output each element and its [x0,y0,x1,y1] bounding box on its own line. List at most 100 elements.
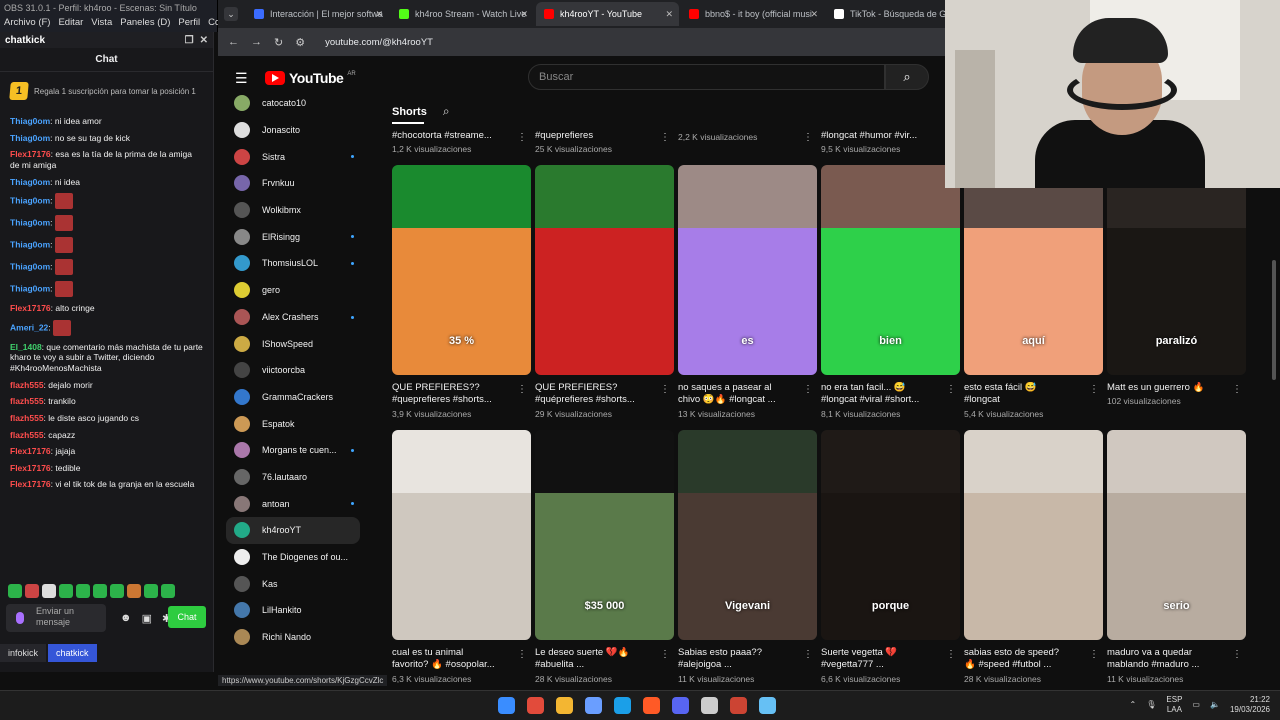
taskbar-app-icon[interactable] [701,697,718,714]
close-tab-icon[interactable]: ✕ [810,2,818,26]
gift-icon[interactable]: ▣ [142,612,152,625]
chat-username[interactable]: flazh555 [10,430,44,440]
short-title-line2[interactable]: #vegetta777 ... [821,659,960,671]
short-title-line2[interactable]: #abuelita ... [535,659,674,671]
close-icon[interactable]: ✕ [200,35,208,46]
browser-tab[interactable]: Interacción | El mejor softwa ✕ [246,2,389,26]
short-card[interactable]: 2,2 K visualizaciones ⋮ [678,130,817,154]
emoji-icon[interactable]: ☻ [120,612,132,625]
short-card[interactable]: cual es tu animal favorito? 🔥 #osopolar..… [392,430,531,684]
chat-username[interactable]: Thiag0om [10,261,50,271]
language-indicator[interactable]: ESP LAA [1166,695,1182,714]
short-card[interactable]: serio maduro va a quedar mablando #maduro … [1107,430,1246,684]
chat-username[interactable]: Flex17176 [10,463,51,473]
dock-tab-chatkick[interactable]: chatkick [48,644,97,662]
microphone-icon[interactable]: 🎙 [1146,700,1156,709]
sidebar-item-subscription[interactable]: GrammaCrackers [218,384,368,411]
chat-username[interactable]: Thiag0om [10,217,50,227]
taskbar-app-icon[interactable] [759,697,776,714]
short-title[interactable]: maduro va a quedar [1107,647,1246,659]
short-thumbnail[interactable]: $35 000 [535,430,674,640]
short-thumbnail[interactable]: 35 % [392,165,531,375]
taskbar-app-icon[interactable] [527,697,544,714]
short-card[interactable]: QUE PREFIERES? #quéprefieres #shorts... 29… [535,165,674,419]
short-title[interactable]: Suerte vegetta 💔 [821,647,960,659]
taskbar-app-icon[interactable] [643,697,660,714]
more-options-icon[interactable]: ⋮ [803,649,813,660]
sidebar-item-subscription[interactable]: Alex Crashers [218,304,368,331]
taskbar-app-icon[interactable] [614,697,631,714]
chat-username[interactable]: Flex17176 [10,446,51,456]
gift-sub-promo[interactable]: 1 Regala 1 suscripción para tomar la pos… [0,72,213,110]
chat-username[interactable]: Thiag0om [10,195,50,205]
chat-username[interactable]: Flex17176 [10,479,51,489]
short-card[interactable]: $35 000 Le deseo suerte 💔🔥 #abuelita ... 28… [535,430,674,684]
hamburger-menu-icon[interactable]: ☰ [235,70,248,87]
short-title[interactable]: esto esta fácil 😅 [964,382,1103,394]
obs-menu-profile[interactable]: Perfil [178,17,200,28]
chat-send-button[interactable]: Chat [168,606,206,628]
more-options-icon[interactable]: ⋮ [1232,384,1242,395]
more-options-icon[interactable]: ⋮ [946,649,956,660]
chevron-up-icon[interactable]: ⌃ [1130,700,1137,709]
short-title[interactable]: #chocotorta #streame... [392,130,531,142]
back-icon[interactable]: ← [228,36,239,48]
sidebar-item-subscription[interactable]: IShowSpeed [218,330,368,357]
close-tab-icon[interactable]: ✕ [665,2,673,26]
sidebar-item-subscription[interactable]: ElRisingg [218,223,368,250]
emote-icon[interactable] [127,584,141,598]
sidebar-item-subscription[interactable]: Kas [218,570,368,597]
emote-icon[interactable] [42,584,56,598]
short-thumbnail[interactable] [964,430,1103,640]
short-thumbnail[interactable]: bien [821,165,960,375]
sidebar-item-subscription[interactable]: ThomsiusLOL [218,250,368,277]
emote-icon[interactable] [25,584,39,598]
taskbar-app-icon[interactable] [672,697,689,714]
chat-username[interactable]: Flex17176 [10,303,51,313]
taskbar-app-icon[interactable] [730,697,747,714]
chat-username[interactable]: Thiag0om [10,177,50,187]
emote-icon[interactable] [93,584,107,598]
short-card[interactable]: Vigevani Sabias esto paaa?? #alejoigoa ...… [678,430,817,684]
short-title-line2[interactable]: 🔥 #speed #futbol ... [964,659,1103,671]
short-title[interactable]: Matt es un guerrero 🔥 [1107,382,1246,394]
more-options-icon[interactable]: ⋮ [517,649,527,660]
tab-search-icon[interactable]: ⌄ [224,7,238,21]
short-title-line2[interactable]: #longcat [964,394,1103,406]
more-options-icon[interactable]: ⋮ [1089,649,1099,660]
url-field[interactable]: youtube.com/@kh4rooYT [325,37,433,48]
short-title-line2[interactable]: #quéprefieres #shorts... [535,394,674,406]
short-card[interactable]: aquí esto esta fácil 😅 #longcat 5,4 K visua… [964,165,1103,419]
emote-icon[interactable] [59,584,73,598]
sidebar-item-subscription[interactable]: antoan [218,490,368,517]
short-title-line2[interactable]: #alejoigoa ... [678,659,817,671]
obs-menu-view[interactable]: Vista [91,17,112,28]
sidebar-item-subscription[interactable]: catocato10 [218,90,368,117]
more-options-icon[interactable]: ⋮ [803,384,813,395]
tab-shorts[interactable]: Shorts [392,106,427,118]
emote-icon[interactable] [144,584,158,598]
chat-username[interactable]: Thiag0om [10,283,50,293]
chat-username[interactable]: El_1408 [10,342,42,352]
short-title[interactable]: cual es tu animal [392,647,531,659]
sidebar-item-subscription[interactable]: Morgans te cuen... [218,437,368,464]
chat-username[interactable]: Thiag0om [10,116,50,126]
short-title[interactable]: #queprefieres [535,130,674,142]
more-options-icon[interactable]: ⋮ [517,132,527,143]
short-title[interactable]: no era tan facil... 😅 [821,382,960,394]
emote-icon[interactable] [8,584,22,598]
short-title-line2[interactable]: favorito? 🔥 #osopolar... [392,659,531,671]
short-title[interactable]: QUE PREFIERES? [535,382,674,394]
browser-tab[interactable]: bbno$ - it boy (official musi ✕ [681,2,824,26]
chat-username[interactable]: Flex17176 [10,149,51,159]
short-title[interactable]: Le deseo suerte 💔🔥 [535,647,674,659]
reload-icon[interactable]: ↻ [274,36,283,49]
emote-icon[interactable] [161,584,175,598]
more-options-icon[interactable]: ⋮ [1232,649,1242,660]
short-title[interactable]: QUE PREFIERES?? [392,382,531,394]
obs-menu-file[interactable]: Archivo (F) [4,17,50,28]
more-options-icon[interactable]: ⋮ [1089,384,1099,395]
sidebar-item-subscription[interactable]: 76.lautaaro [218,464,368,491]
short-title[interactable]: sabias esto de speed? [964,647,1103,659]
chat-username[interactable]: flazh555 [10,380,44,390]
